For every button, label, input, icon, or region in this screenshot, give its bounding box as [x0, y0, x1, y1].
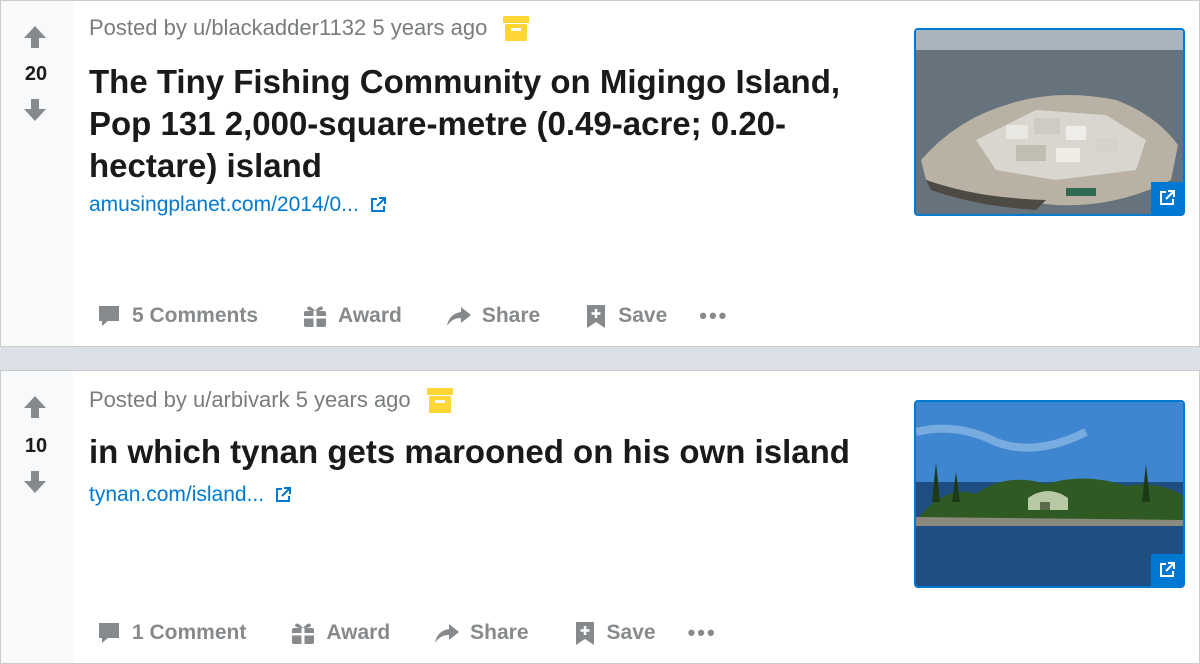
island-photo [916, 30, 1183, 214]
downvote-icon[interactable] [21, 96, 49, 124]
thumbnail-external-badge [1151, 554, 1183, 586]
post-thumbnail[interactable] [914, 400, 1185, 588]
author-link[interactable]: u/blackadder1132 [193, 15, 366, 40]
post-title[interactable]: The Tiny Fishing Community on Migingo Is… [89, 61, 889, 187]
upvote-icon[interactable] [21, 23, 49, 51]
external-link-icon [1160, 190, 1175, 205]
comments-label: 1 Comment [132, 621, 247, 644]
share-label: Share [481, 304, 541, 327]
post-link-text[interactable]: amusingplanet.com/2014/0... [89, 193, 359, 217]
comments-label: 5 Comments [132, 304, 259, 327]
post-card: 20 Posted by u/blackadder1132 5 years ag… [0, 0, 1200, 347]
vote-column: 10 [1, 371, 73, 663]
archive-icon [426, 388, 453, 413]
share-arrow-icon [446, 307, 471, 326]
post-link[interactable]: amusingplanet.com/2014/0... [89, 193, 387, 217]
more-options-button[interactable]: ••• [699, 303, 728, 329]
bookmark-icon [587, 305, 606, 328]
post-actions: 5 Comments Award Share Save ••• [96, 303, 728, 329]
gift-icon [292, 623, 315, 644]
post-card: 10 Posted by u/arbivark 5 years ago in w… [0, 370, 1200, 664]
thumbnail-external-badge [1151, 182, 1183, 214]
vote-column: 20 [1, 1, 73, 346]
award-button[interactable]: Award [302, 303, 402, 329]
external-link-icon [1160, 562, 1175, 577]
archive-icon [503, 16, 530, 41]
posted-by-label: Posted by [89, 15, 187, 40]
save-button[interactable]: Save [573, 620, 656, 646]
share-button[interactable]: Share [446, 303, 540, 329]
upvote-icon[interactable] [21, 393, 49, 421]
post-meta: Posted by u/arbivark 5 years ago [89, 385, 455, 415]
more-options-button[interactable]: ••• [688, 620, 717, 646]
author-link[interactable]: u/arbivark [193, 387, 290, 412]
external-link-icon [276, 487, 292, 502]
vote-score: 20 [24, 63, 48, 85]
award-label: Award [326, 621, 391, 644]
comments-button[interactable]: 5 Comments [96, 303, 258, 329]
island-photo [916, 402, 1183, 586]
post-actions: 1 Comment Award Share Save ••• [96, 620, 717, 646]
comments-button[interactable]: 1 Comment [96, 620, 246, 646]
comment-icon [99, 623, 119, 643]
post-meta: Posted by u/blackadder1132 5 years ago [89, 13, 531, 43]
share-label: Share [470, 621, 529, 644]
post-link[interactable]: tynan.com/island... [89, 483, 292, 507]
post-link-text[interactable]: tynan.com/island... [89, 483, 264, 507]
award-button[interactable]: Award [290, 620, 390, 646]
save-label: Save [618, 304, 668, 327]
save-button[interactable]: Save [584, 303, 667, 329]
award-label: Award [338, 304, 402, 327]
gift-icon [304, 306, 327, 327]
save-label: Save [606, 621, 656, 644]
post-title[interactable]: in which tynan gets marooned on his own … [89, 431, 889, 473]
downvote-icon[interactable] [21, 468, 49, 496]
post-time: 5 years ago [372, 15, 488, 40]
post-time: 5 years ago [295, 387, 411, 412]
share-arrow-icon [435, 624, 460, 643]
vote-score: 10 [24, 435, 48, 457]
post-thumbnail[interactable] [914, 28, 1185, 216]
bookmark-icon [575, 622, 594, 645]
comment-icon [99, 306, 119, 326]
posted-by-label: Posted by [89, 387, 187, 412]
external-link-icon [370, 197, 386, 212]
share-button[interactable]: Share [434, 620, 529, 646]
